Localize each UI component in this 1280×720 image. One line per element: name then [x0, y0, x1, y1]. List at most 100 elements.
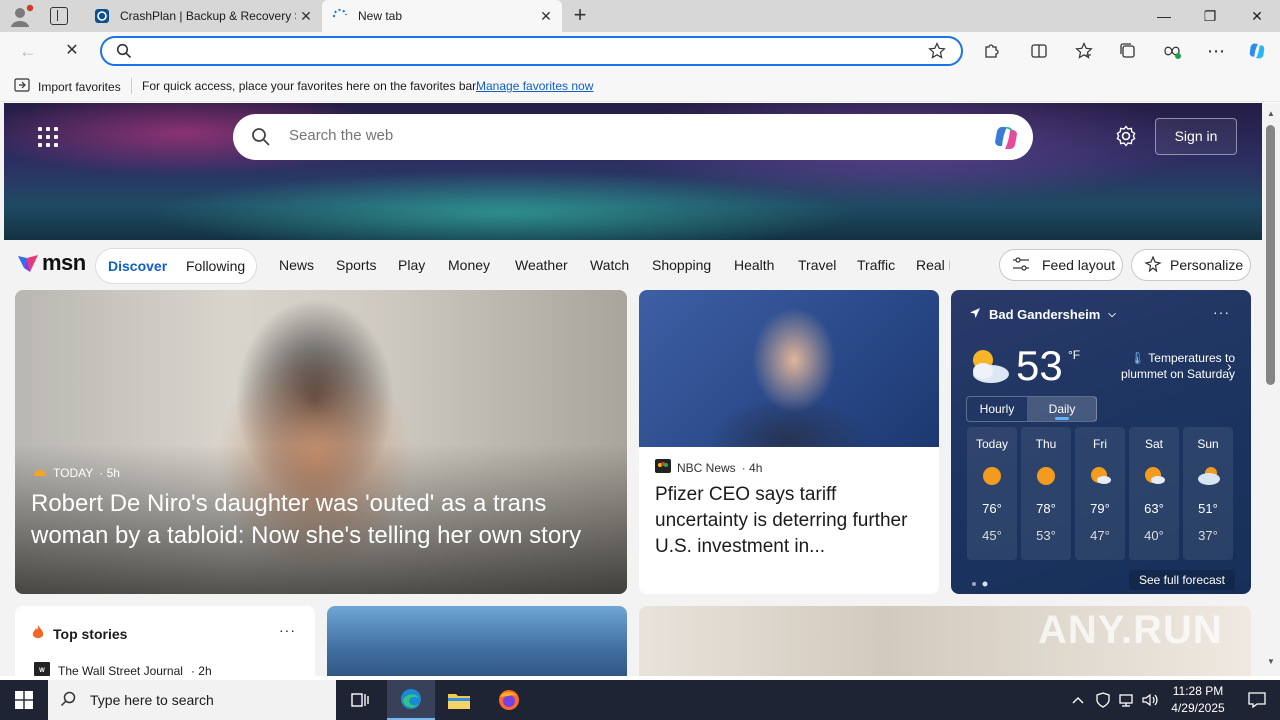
- volume-icon[interactable]: [1140, 680, 1162, 720]
- scroll-down-icon[interactable]: ▼: [1266, 657, 1276, 666]
- nav-real-estate[interactable]: Real E: [916, 257, 950, 273]
- see-full-forecast-button[interactable]: See full forecast: [1129, 570, 1235, 590]
- taskbar-search-box[interactable]: Type here to search: [48, 680, 336, 720]
- sun-icon: [981, 465, 1003, 487]
- weather-location[interactable]: Bad Gandersheim ⌵: [969, 307, 1116, 322]
- nav-weather[interactable]: Weather: [515, 257, 568, 273]
- web-search-input[interactable]: [289, 127, 969, 144]
- system-clock[interactable]: 11:28 PM 4/29/2025: [1162, 683, 1234, 717]
- more-options-icon[interactable]: ···: [279, 622, 296, 638]
- day-high: 79°: [1090, 501, 1110, 516]
- network-icon[interactable]: [1116, 680, 1138, 720]
- restore-button[interactable]: ❐: [1187, 0, 1233, 32]
- split-screen-icon[interactable]: [1029, 41, 1049, 61]
- day-low: 40°: [1144, 528, 1164, 543]
- nav-play[interactable]: Play: [398, 257, 425, 273]
- nav-travel[interactable]: Travel: [798, 257, 836, 273]
- new-tab-button[interactable]: +: [568, 4, 592, 28]
- story-image: [639, 290, 939, 447]
- address-input[interactable]: [142, 42, 902, 60]
- nav-money[interactable]: Money: [448, 257, 490, 273]
- start-button[interactable]: [0, 680, 48, 720]
- web-search-box[interactable]: [233, 114, 1033, 160]
- day-name: Thu: [1035, 437, 1057, 451]
- forecast-day[interactable]: Fri 79° 47°: [1075, 427, 1125, 560]
- forecast-day[interactable]: Thu 78° 53°: [1021, 427, 1071, 560]
- profile-icon[interactable]: [8, 4, 34, 28]
- nav-traffic[interactable]: Traffic: [857, 257, 895, 273]
- address-bar[interactable]: [100, 36, 963, 66]
- notification-center-icon[interactable]: [1234, 680, 1280, 720]
- settings-gear-icon[interactable]: [1115, 125, 1137, 152]
- edge-taskbar-icon[interactable]: [387, 680, 435, 720]
- day-name: Sun: [1197, 437, 1219, 451]
- msn-logo[interactable]: msn: [16, 250, 86, 276]
- sun-icon: [1035, 465, 1057, 487]
- close-tab-icon[interactable]: ✕: [296, 8, 316, 25]
- file-explorer-icon[interactable]: [435, 680, 483, 720]
- browser-essentials-icon[interactable]: [1162, 41, 1182, 61]
- personalize-button[interactable]: Personalize: [1131, 249, 1251, 281]
- close-window-button[interactable]: ✕: [1234, 0, 1280, 32]
- tab-new-tab[interactable]: New tab ✕: [322, 0, 562, 32]
- firefox-icon[interactable]: [485, 680, 533, 720]
- forecast-day[interactable]: Today 76° 45°: [967, 427, 1017, 560]
- tab-crashplan[interactable]: CrashPlan | Backup & Recovery S ✕: [84, 0, 322, 32]
- story-headline[interactable]: Robert De Niro's daughter was 'outed' as…: [31, 488, 621, 552]
- news-story-card[interactable]: NBC News · 4h Pfizer CEO says tariff unc…: [639, 290, 939, 594]
- source-name: TODAY: [53, 466, 94, 480]
- more-options-icon[interactable]: ···: [1213, 304, 1230, 320]
- sign-in-button[interactable]: Sign in: [1155, 118, 1237, 155]
- copilot-icon[interactable]: [1247, 41, 1267, 61]
- more-menu-icon[interactable]: ⋯: [1206, 41, 1226, 61]
- task-view-icon[interactable]: [336, 680, 384, 720]
- tab-discover[interactable]: Discover: [108, 258, 167, 274]
- nav-health[interactable]: Health: [734, 257, 774, 273]
- windows-taskbar: Type here to search 11:28 PM 4/29/2025: [0, 680, 1280, 720]
- forecast-day[interactable]: Sat 63° 40°: [1129, 427, 1179, 560]
- favorite-star-icon[interactable]: [928, 42, 946, 65]
- close-tab-icon[interactable]: ✕: [536, 8, 556, 25]
- nav-watch[interactable]: Watch: [590, 257, 629, 273]
- source-name: NBC News: [677, 460, 736, 475]
- weather-alert[interactable]: 🌡 Temperatures to plummet on Saturday: [1103, 350, 1235, 382]
- feature-story-card[interactable]: TODAY · 5h Robert De Niro's daughter was…: [15, 290, 627, 594]
- forecast-day[interactable]: Sun 51° 37°: [1183, 427, 1233, 560]
- minimize-button[interactable]: —: [1141, 0, 1187, 32]
- scroll-up-icon[interactable]: ▲: [1266, 109, 1276, 118]
- story-age: · 2h: [190, 663, 212, 677]
- partly-cloudy-icon: [965, 344, 1013, 393]
- location-name: Bad Gandersheim: [989, 307, 1101, 322]
- page-scrollbar[interactable]: ▲ ▼: [1262, 103, 1280, 676]
- hourly-tab[interactable]: Hourly: [967, 397, 1027, 421]
- manage-favorites-link[interactable]: Manage favorites now: [476, 79, 593, 93]
- stop-loading-button[interactable]: ✕: [60, 40, 84, 62]
- tab-following[interactable]: Following: [186, 258, 245, 274]
- nav-news[interactable]: News: [279, 257, 314, 273]
- carousel-dots[interactable]: [971, 574, 993, 592]
- tab-actions-icon[interactable]: [50, 7, 68, 25]
- source-name: The Wall Street Journal: [58, 663, 183, 677]
- chevron-right-icon[interactable]: ›: [1227, 358, 1232, 374]
- favorites-icon[interactable]: [1074, 41, 1094, 61]
- import-favorites-button[interactable]: Import favorites: [14, 78, 121, 95]
- security-shield-icon[interactable]: [1093, 680, 1113, 720]
- clock-time: 11:28 PM: [1172, 684, 1224, 698]
- nav-sports[interactable]: Sports: [336, 257, 376, 273]
- app-launcher-icon[interactable]: [38, 127, 58, 147]
- scroll-thumb[interactable]: [1266, 125, 1275, 385]
- day-low: 45°: [982, 528, 1002, 543]
- tab-strip: CrashPlan | Backup & Recovery S ✕ New ta…: [0, 0, 1280, 32]
- svg-text:W: W: [39, 668, 45, 674]
- extensions-icon[interactable]: [981, 41, 1001, 61]
- show-hidden-icons-icon[interactable]: [1068, 680, 1088, 720]
- story-headline[interactable]: Pfizer CEO says tariff uncertainty is de…: [655, 482, 923, 560]
- collections-icon[interactable]: [1118, 41, 1138, 61]
- nav-shopping[interactable]: Shopping: [652, 257, 711, 273]
- feed-layout-button[interactable]: Feed layout: [999, 249, 1123, 281]
- copilot-icon[interactable]: [991, 123, 1021, 153]
- weather-card[interactable]: Bad Gandersheim ⌵ ··· 53 °F 🌡 Temperatur…: [951, 290, 1251, 594]
- back-button[interactable]: ←: [16, 40, 40, 62]
- day-name: Sat: [1144, 437, 1163, 451]
- solar-panel-story-image[interactable]: [327, 606, 627, 676]
